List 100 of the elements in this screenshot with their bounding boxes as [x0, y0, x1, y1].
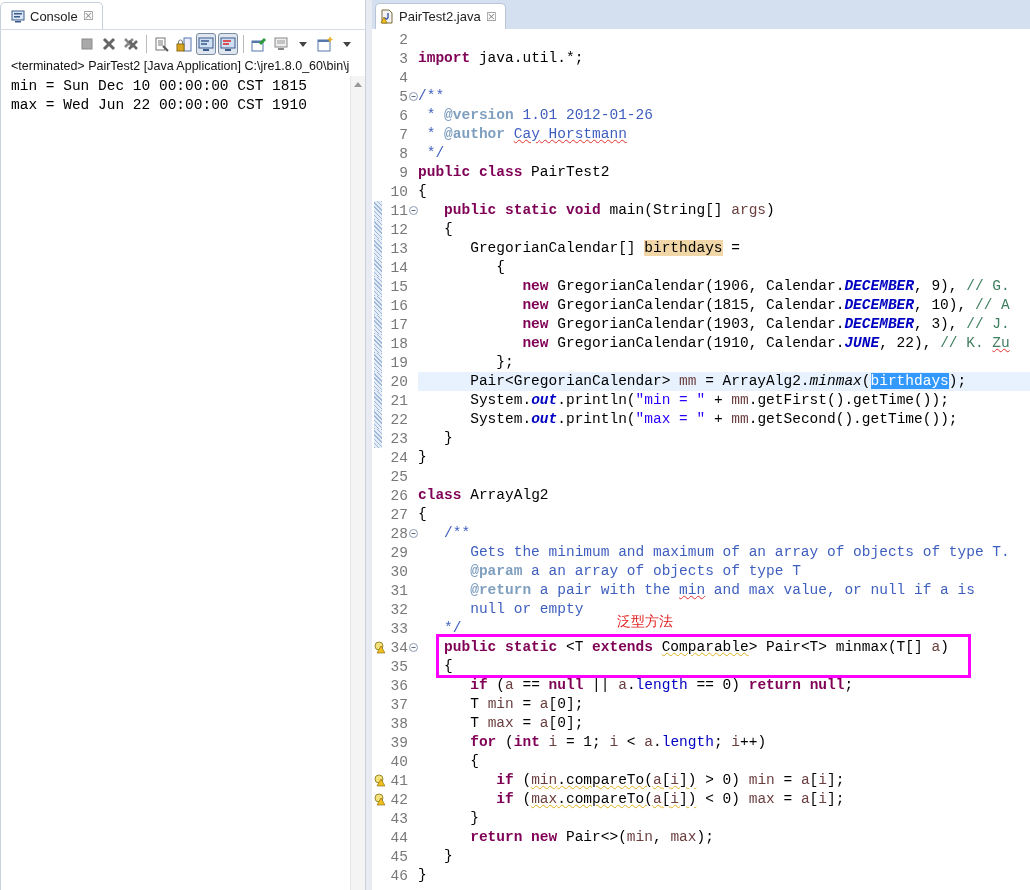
line-number: 6: [398, 107, 408, 124]
close-icon[interactable]: ☒: [82, 9, 94, 23]
line-number: 31: [389, 582, 408, 599]
code-line: Gets the minimum and maximum of an array of objects of type T.: [469, 543, 1010, 562]
code-line: {: [495, 258, 505, 277]
code-line: /**: [443, 524, 471, 543]
code-line: new GregorianCalendar(1903, Calendar.DECEMBER, 3), // J.: [521, 315, 1010, 334]
code-line: public class PairTest2: [418, 163, 610, 182]
line-number: 42: [389, 791, 408, 808]
line-number: 34: [389, 639, 408, 656]
code-line: * @version 1.01 2012-01-26: [425, 106, 653, 125]
line-number: 14: [389, 259, 408, 276]
line-number: 28: [389, 525, 408, 542]
line-number: 9: [398, 164, 408, 181]
scroll-up-arrow-icon[interactable]: [354, 82, 362, 87]
code-line: return new Pair<>(min, max);: [469, 828, 714, 847]
line-number: 18: [389, 335, 408, 352]
monitor-icon[interactable]: [196, 33, 216, 55]
code-line: import java.util.*;: [418, 49, 584, 68]
line-number: 5: [398, 88, 408, 105]
code-line: System.out.println("max = " + mm.getSecond().getTime());: [469, 410, 958, 429]
code-line: * @author Cay Horstmann: [425, 125, 627, 144]
line-number: 15: [389, 278, 408, 295]
code-line: @return a pair with the min and max value, or null if a is: [469, 581, 975, 600]
collapse-icon[interactable]: [408, 529, 418, 538]
code-line: new GregorianCalendar(1910, Calendar.JUNE, 22), // K. Zu: [521, 334, 1010, 353]
warning-bulb-icon[interactable]: [374, 641, 385, 654]
line-number: 20: [389, 373, 408, 390]
code-line: null or empty: [469, 600, 584, 619]
code-line: {: [418, 505, 427, 524]
scrollbar[interactable]: [350, 76, 365, 890]
line-number: 38: [389, 715, 408, 732]
editor-tab[interactable]: PairTest2.java ☒: [375, 3, 506, 29]
line-number: 41: [389, 772, 408, 789]
line-number: 30: [389, 563, 408, 580]
code-line: }: [443, 429, 453, 448]
code-line: System.out.println("min = " + mm.getFirst().getTime());: [469, 391, 949, 410]
launch-status: <terminated> PairTest2 [Java Application] C:\jre1.8.0_60\bin\j: [10, 58, 351, 75]
code-line: GregorianCalendar[] birthdays =: [469, 239, 740, 258]
line-number: 26: [389, 487, 408, 504]
line-number: 46: [389, 867, 408, 884]
line-number: 33: [389, 620, 408, 637]
code-line: }: [443, 847, 453, 866]
line-number: 24: [389, 449, 408, 466]
code-line: new GregorianCalendar(1906, Calendar.DECEMBER, 9), // G.: [521, 277, 1010, 296]
line-number: 29: [389, 544, 408, 561]
code-line: {: [443, 220, 453, 239]
annotation-text: 泛型方法: [617, 613, 673, 631]
line-number: 11: [389, 202, 408, 219]
code-line: public static <T extends Comparable> Pair<T> minmax(T[] a): [443, 638, 949, 657]
line-number: 39: [389, 734, 408, 751]
line-number: 12: [389, 221, 408, 238]
line-number: 43: [389, 810, 408, 827]
line-number: 36: [389, 677, 408, 694]
line-number: 4: [398, 69, 408, 86]
java-file-warning-icon: [380, 9, 394, 24]
console-output-line: max = Wed Jun 22 00:00:00 CST 1910: [11, 96, 308, 115]
code-line: {: [469, 752, 479, 771]
line-number: 21: [389, 392, 408, 409]
line-number: 45: [389, 848, 408, 865]
collapse-icon[interactable]: [408, 643, 418, 652]
line-number: 32: [389, 601, 408, 618]
code-line: }: [418, 866, 427, 885]
line-number: 22: [389, 411, 408, 428]
line-number: 16: [389, 297, 408, 314]
code-line: if (min.compareTo(a[i]) > 0) min = a[i];: [495, 771, 845, 790]
code-line: */: [425, 144, 445, 163]
console-tab[interactable]: Console ☒: [0, 2, 103, 29]
code-line: class ArrayAlg2: [418, 486, 549, 505]
warning-bulb-icon[interactable]: [374, 793, 385, 806]
code-line: T min = a[0];: [469, 695, 584, 714]
line-number: 40: [389, 753, 408, 770]
line-number: 17: [389, 316, 408, 333]
collapse-icon[interactable]: [408, 206, 418, 215]
monitor-icon: [11, 9, 25, 23]
code-line: /**: [418, 87, 445, 106]
line-number: 3: [398, 50, 408, 67]
line-number: 27: [389, 506, 408, 523]
code-line: }: [469, 809, 479, 828]
code-line: */: [443, 619, 462, 638]
code-line: @param a an array of objects of type T: [469, 562, 801, 581]
line-number: 35: [389, 658, 408, 675]
line-number: 37: [389, 696, 408, 713]
code-line: }: [418, 448, 427, 467]
code-line: {: [418, 182, 427, 201]
line-number: 25: [389, 468, 408, 485]
line-number: 23: [389, 430, 408, 447]
line-number: 13: [389, 240, 408, 257]
line-number: 7: [398, 126, 408, 143]
close-icon[interactable]: ☒: [485, 9, 497, 24]
line-number: 2: [398, 31, 408, 48]
monitor-error-icon[interactable]: [218, 33, 238, 55]
code-line: for (int i = 1; i < a.length; i++): [469, 733, 767, 752]
code-line: new GregorianCalendar(1815, Calendar.DECEMBER, 10), // A: [521, 296, 1010, 315]
collapse-icon[interactable]: [408, 92, 418, 101]
line-number: 8: [398, 145, 408, 162]
warning-bulb-icon[interactable]: [374, 774, 385, 787]
code-line: T max = a[0];: [469, 714, 584, 733]
code-line: };: [495, 353, 514, 372]
line-number: 44: [389, 829, 408, 846]
